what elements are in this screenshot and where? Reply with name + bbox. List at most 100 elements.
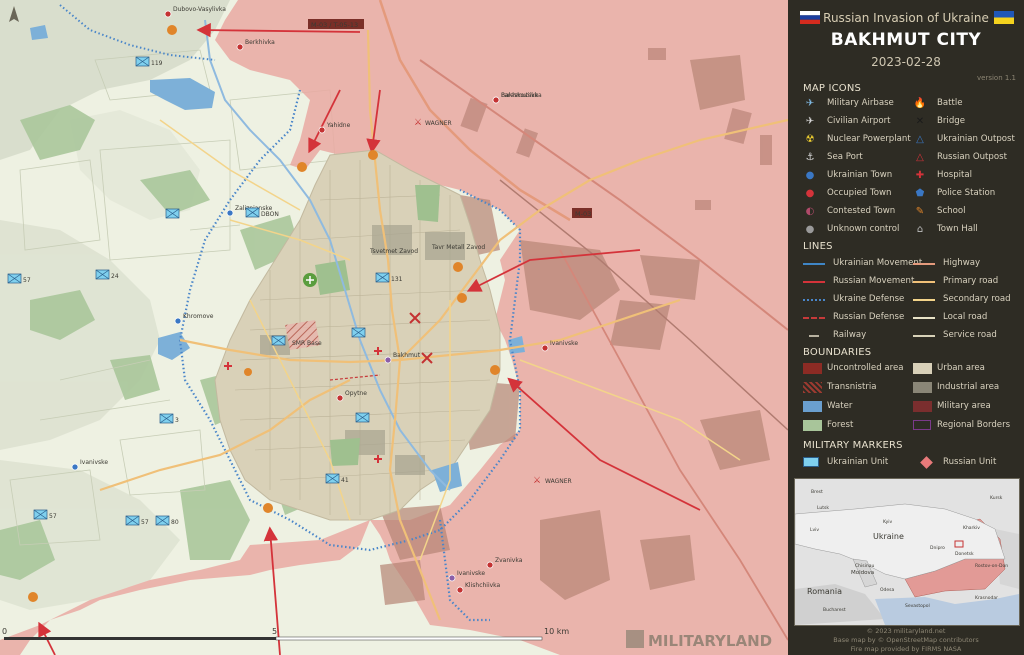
ukrainian-unit-marker[interactable] xyxy=(271,335,286,346)
legend-item-label: Nuclear Powerplant xyxy=(827,134,911,144)
legend-item-label: Uncontrolled area xyxy=(827,363,904,373)
boundary-swatch xyxy=(803,382,822,393)
svg-text:0: 0 xyxy=(2,627,7,636)
battle-icon[interactable] xyxy=(28,592,38,602)
place-label: Dubovo-Vasylivka xyxy=(173,6,226,13)
battle-icon[interactable] xyxy=(457,293,467,303)
legend-item-label: Regional Borders xyxy=(937,420,1011,430)
battle-icon[interactable] xyxy=(263,503,273,513)
bridge-icon: ✕ xyxy=(915,116,925,127)
place-label: Yahidne xyxy=(326,122,351,129)
unit-number-label: 80 xyxy=(171,519,179,526)
battle-icon[interactable] xyxy=(368,150,378,160)
main-map[interactable]: Dubovo-VasylivkaBerkhivkaParaskoviivkaYa… xyxy=(0,0,788,655)
svg-text:Brest: Brest xyxy=(811,489,823,495)
ukrainian-unit-marker[interactable] xyxy=(355,412,370,423)
red-dot-icon: ● xyxy=(805,188,815,199)
unit-swatch xyxy=(803,457,819,467)
battle-icon[interactable] xyxy=(297,162,307,172)
place-label: Ivanivske xyxy=(457,570,485,577)
svg-text:Kyiv: Kyiv xyxy=(883,519,893,525)
battle-icon[interactable] xyxy=(453,262,463,272)
svg-text:M-03 / T-05-13: M-03 / T-05-13 xyxy=(311,21,358,29)
unit-number-label: 131 xyxy=(391,276,403,283)
line-swatch xyxy=(913,335,935,337)
ukrainian-town-dot-icon xyxy=(71,463,79,471)
legend-item-label: Bridge xyxy=(937,116,966,126)
line-swatch xyxy=(809,335,819,337)
place-label: Opytne xyxy=(345,390,367,397)
svg-text:Chisinau: Chisinau xyxy=(855,563,874,569)
place-label: Klishchiivka xyxy=(465,582,501,589)
anchor-icon: ⚓ xyxy=(805,152,815,163)
legend-item-label: Ukrainian Movement xyxy=(833,258,923,268)
boundary-swatch xyxy=(803,363,822,374)
blue-triangle-icon: △ xyxy=(916,134,924,145)
battle-icon[interactable] xyxy=(490,365,500,375)
svg-text:⚔: ⚔ xyxy=(533,476,541,486)
red-triangle-icon: △ xyxy=(916,152,924,163)
legend-item-label: Urban area xyxy=(937,363,985,373)
occupied-town-dot-icon xyxy=(336,394,344,402)
occupied-town-dot-icon xyxy=(486,561,494,569)
header-title: Russian Invasion of Ukraine xyxy=(823,11,989,25)
unit-number-label: 119 xyxy=(151,60,163,67)
line-swatch xyxy=(803,263,825,265)
smr-base-label: SMR Base xyxy=(292,340,322,347)
boundary-swatch xyxy=(913,363,932,374)
svg-text:Kursk: Kursk xyxy=(990,495,1003,501)
place-label: Ivanivske xyxy=(550,340,578,347)
wagner-marker-1[interactable]: ⚔ WAGNER xyxy=(414,118,452,128)
section-military-markers: MILITARY MARKERS xyxy=(803,440,903,451)
unit-number-label: 41 xyxy=(341,477,349,484)
line-swatch xyxy=(913,317,935,319)
svg-text:Donetsk: Donetsk xyxy=(955,551,974,557)
occupied-town-dot-icon xyxy=(236,43,244,51)
legend-item-label: Primary road xyxy=(943,276,999,286)
ukrainian-unit-marker[interactable] xyxy=(351,327,366,338)
contested-town-dot-icon xyxy=(448,574,456,582)
legend-item-label: Civilian Airport xyxy=(827,116,891,126)
ukraine-flag-icon xyxy=(994,11,1014,24)
legend-item-label: Sea Port xyxy=(827,152,863,162)
occupied-town-dot-icon xyxy=(164,10,172,18)
section-lines: LINES xyxy=(803,241,833,252)
line-swatch xyxy=(803,299,825,301)
wagner-marker-2[interactable]: ⚔ WAGNER xyxy=(533,476,572,486)
unit-number-label: DBON xyxy=(261,211,279,218)
tavr-metall-label: Tavr Metall Zavod xyxy=(431,244,485,251)
section-boundaries: BOUNDARIES xyxy=(803,347,872,358)
military-airbase-marker[interactable] xyxy=(303,273,317,287)
blue-dot-icon: ● xyxy=(805,170,815,181)
legend-panel: Russian Invasion of Ukraine BAKHMUT CITY… xyxy=(788,0,1024,655)
svg-text:Odesa: Odesa xyxy=(880,587,895,593)
battle-icon[interactable] xyxy=(244,368,252,376)
legend-item-label: Ukrainian Town xyxy=(827,170,893,180)
line-swatch xyxy=(803,317,825,319)
legend-item-label: Industrial area xyxy=(937,382,1000,392)
contested-town-dot-icon xyxy=(384,356,392,364)
legend-item-label: Water xyxy=(827,401,853,411)
line-swatch xyxy=(913,299,935,301)
boundary-swatch xyxy=(803,420,822,431)
legend-item-label: Secondary road xyxy=(943,294,1011,304)
svg-text:Sevastopol: Sevastopol xyxy=(905,603,930,609)
legend-item-label: Police Station xyxy=(937,188,996,198)
boundary-swatch xyxy=(913,382,932,393)
overview-inset-map[interactable]: Ukraine Romania Moldova Kyiv Kharkiv Don… xyxy=(794,478,1020,626)
battle-icon[interactable] xyxy=(167,25,177,35)
svg-text:Krasnodar: Krasnodar xyxy=(975,595,998,601)
svg-text:10 km: 10 km xyxy=(544,627,569,636)
legend-item-label: Highway xyxy=(943,258,981,268)
legend-item-label: Russian Unit xyxy=(943,457,997,467)
place-label: Ivanivske xyxy=(80,459,108,466)
legend-item-label: Russian Movement xyxy=(833,276,915,286)
place-label: Bakhmut xyxy=(393,352,421,359)
place-label: Bakhmutske xyxy=(501,92,538,99)
boundary-swatch xyxy=(913,420,931,430)
ukrainian-unit-marker[interactable] xyxy=(165,208,180,219)
line-swatch xyxy=(913,263,935,265)
grey-dot-icon: ● xyxy=(805,224,815,235)
ukrainian-town-dot-icon xyxy=(226,209,234,217)
occupied-town-dot-icon xyxy=(456,586,464,594)
